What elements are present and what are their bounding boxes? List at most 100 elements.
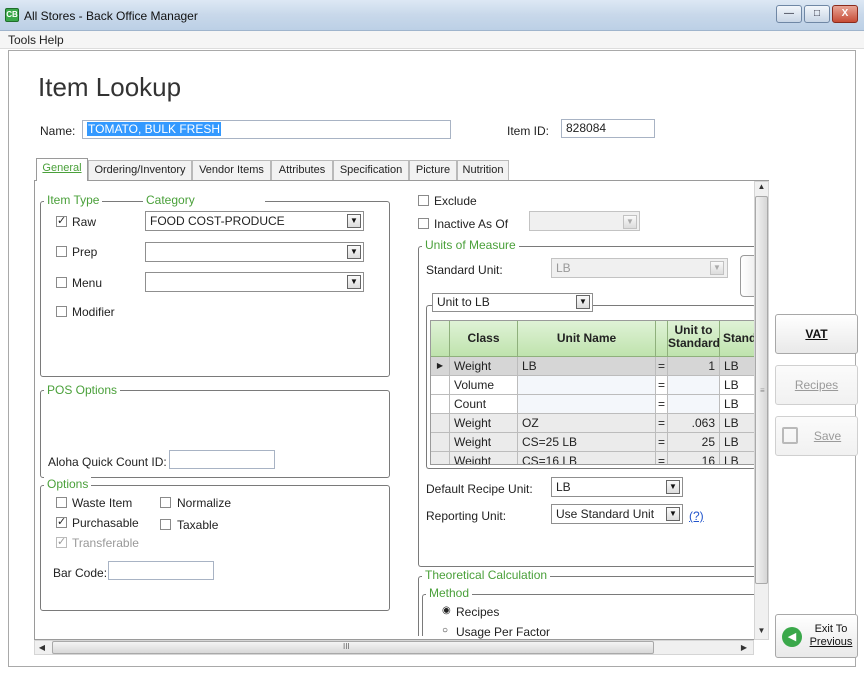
scroll-right-icon[interactable]: ▶ <box>738 643 750 652</box>
waste-item-checkbox[interactable] <box>56 497 67 508</box>
chevron-down-icon[interactable]: ▼ <box>347 245 361 259</box>
usage-radio[interactable]: ○ <box>442 625 448 636</box>
maximize-icon[interactable]: □ <box>804 5 830 23</box>
grid-cell-standard[interactable]: LB <box>720 414 754 433</box>
grid-cell-eq[interactable]: = <box>656 395 668 414</box>
standard-unit-select[interactable]: LB <box>551 258 728 278</box>
horizontal-scroll-thumb[interactable] <box>52 641 654 654</box>
tab-vendor-items[interactable]: Vendor Items <box>192 160 271 180</box>
recipes-radio[interactable]: ◉ <box>442 605 451 616</box>
name-input[interactable]: TOMATO, BULK FRESH <box>82 120 451 139</box>
row-pointer[interactable] <box>431 452 450 464</box>
row-pointer[interactable] <box>431 376 450 395</box>
close-icon[interactable]: X <box>832 5 858 23</box>
category-raw-select[interactable]: FOOD COST-PRODUCE <box>145 211 364 231</box>
raw-checkbox[interactable]: ✓ <box>56 216 67 227</box>
inactive-checkbox[interactable] <box>418 218 429 229</box>
menu-tools[interactable]: Tools <box>8 33 36 47</box>
row-pointer[interactable] <box>431 414 450 433</box>
default-recipe-label: Default Recipe Unit: <box>426 482 533 496</box>
category-menu-select[interactable] <box>145 272 364 292</box>
recipes-radio-label: Recipes <box>456 605 500 619</box>
vat-button[interactable]: VAT <box>775 314 858 354</box>
grid-cell-eq[interactable]: = <box>656 357 668 376</box>
row-pointer[interactable] <box>431 395 450 414</box>
grid-cell-class[interactable]: Weight <box>450 414 518 433</box>
chevron-down-icon[interactable]: ▼ <box>347 275 361 289</box>
transferable-checkbox: ✓ <box>56 536 67 548</box>
grid-cell-eq[interactable]: = <box>656 452 668 464</box>
grid-cell-unit-name[interactable]: OZ <box>518 414 656 433</box>
method-legend: Method <box>426 586 473 600</box>
chevron-down-icon[interactable]: ▼ <box>347 214 361 228</box>
exit-to-previous-button[interactable]: ◀ Exit To Previous <box>775 614 858 658</box>
row-pointer[interactable]: ▶ <box>431 357 450 376</box>
help-link[interactable]: (?) <box>689 509 704 523</box>
exclude-checkbox[interactable] <box>418 195 429 206</box>
scroll-down-icon[interactable]: ▼ <box>754 626 769 635</box>
tab-attributes[interactable]: Attributes <box>271 160 333 180</box>
grid-cell-standard[interactable]: LB <box>720 452 754 464</box>
modifier-checkbox[interactable] <box>56 306 67 317</box>
grid-cell-eq[interactable]: = <box>656 433 668 452</box>
normalize-checkbox[interactable] <box>160 497 171 508</box>
grid-cell-unit-name[interactable]: LB <box>518 357 656 376</box>
menu-checkbox[interactable] <box>56 277 67 288</box>
chevron-down-icon[interactable]: ▼ <box>623 215 637 229</box>
item-id-input[interactable]: 828084 <box>561 119 655 138</box>
item-type-legend: Item Type <box>44 193 103 207</box>
reporting-unit-select[interactable]: Use Standard Unit <box>551 504 683 524</box>
grid-cell-eq[interactable]: = <box>656 414 668 433</box>
aloha-quick-count-input[interactable] <box>169 450 275 469</box>
modifier-label: Modifier <box>72 305 115 319</box>
grid-cell-eq[interactable]: = <box>656 376 668 395</box>
purchasable-checkbox[interactable]: ✓ <box>56 517 67 528</box>
scroll-left-icon[interactable]: ◀ <box>36 643 48 652</box>
units-legend: Units of Measure <box>422 238 519 252</box>
grid-cell-qty[interactable] <box>668 376 720 395</box>
scroll-up-icon[interactable]: ▲ <box>754 182 769 191</box>
row-pointer[interactable] <box>431 433 450 452</box>
chevron-down-icon[interactable]: ▼ <box>576 295 590 309</box>
normalize-label: Normalize <box>177 496 232 510</box>
grid-cell-standard[interactable]: LB <box>720 433 754 452</box>
grid-cell-qty[interactable] <box>668 395 720 414</box>
menu-help[interactable]: Help <box>39 33 64 47</box>
unit-to-select[interactable]: Unit to LB <box>432 293 593 312</box>
grid-cell-class[interactable]: Weight <box>450 452 518 464</box>
grid-cell-qty[interactable]: .063 <box>668 414 720 433</box>
chevron-down-icon[interactable]: ▼ <box>666 507 680 521</box>
save-icon <box>782 427 798 444</box>
taxable-checkbox[interactable] <box>160 519 171 530</box>
tab-picture[interactable]: Picture <box>409 160 457 180</box>
grid-cell-class[interactable]: Count <box>450 395 518 414</box>
grid-cell-qty[interactable]: 1 <box>668 357 720 376</box>
grid-cell-standard[interactable]: LB <box>720 376 754 395</box>
grid-cell-qty[interactable]: 25 <box>668 433 720 452</box>
grid-header-standard: Stand <box>720 321 754 357</box>
minimize-icon[interactable]: — <box>776 5 802 23</box>
grid-cell-standard[interactable]: LB <box>720 395 754 414</box>
grid-cell-unit-name[interactable]: CS=25 LB <box>518 433 656 452</box>
default-recipe-select[interactable]: LB <box>551 477 683 497</box>
grid-corner <box>431 321 450 357</box>
chevron-down-icon[interactable]: ▼ <box>666 480 680 494</box>
tab-nutrition[interactable]: Nutrition <box>457 160 509 180</box>
item-id-label: Item ID: <box>507 124 550 138</box>
barcode-input[interactable] <box>108 561 214 580</box>
prep-checkbox[interactable] <box>56 246 67 257</box>
tab-ordering-inventory[interactable]: Ordering/Inventory <box>88 160 192 180</box>
grid-cell-class[interactable]: Weight <box>450 433 518 452</box>
grid-cell-unit-name[interactable]: CS=16 LB <box>518 452 656 464</box>
tab-general[interactable]: General <box>36 158 88 181</box>
chevron-down-icon[interactable]: ▼ <box>710 261 724 275</box>
tab-specification[interactable]: Specification <box>333 160 409 180</box>
grid-cell-unit-name[interactable] <box>518 376 656 395</box>
grid-cell-qty[interactable]: 16 <box>668 452 720 464</box>
grid-cell-class[interactable]: Weight <box>450 357 518 376</box>
category-prep-select[interactable] <box>145 242 364 262</box>
grid-cell-class[interactable]: Volume <box>450 376 518 395</box>
grid-cell-unit-name[interactable] <box>518 395 656 414</box>
grid-cell-standard[interactable]: LB <box>720 357 754 376</box>
grid-header-class: Class <box>450 321 518 357</box>
